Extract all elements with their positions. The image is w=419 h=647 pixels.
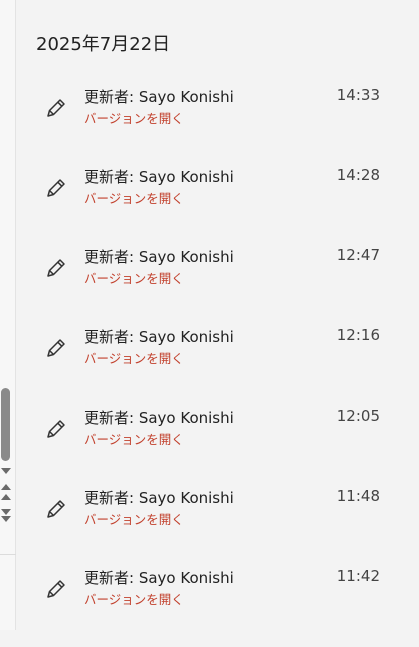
pencil-icon (43, 95, 69, 121)
version-item[interactable]: 更新者: Sayo Konishi バージョンを開く 14:28 (17, 166, 419, 246)
version-time: 11:48 (336, 487, 380, 505)
date-header: 2025年7月22日 (36, 34, 171, 55)
version-history-panel: 2025年7月22日 更新者: Sayo Konishi バージョンを開く 14… (17, 0, 419, 630)
version-time: 14:28 (336, 166, 380, 184)
scroll-down-arrow-icon[interactable] (1, 468, 11, 474)
scroll-up-arrow-icon[interactable] (1, 494, 11, 500)
version-item[interactable]: 更新者: Sayo Konishi バージョンを開く 11:42 (17, 567, 419, 647)
pencil-icon (43, 576, 69, 602)
version-author: 更新者: Sayo Konishi (84, 569, 234, 587)
open-version-link[interactable]: バージョンを開く (84, 589, 184, 608)
version-time: 12:16 (336, 326, 380, 344)
left-scrollbar-strip[interactable] (0, 0, 16, 630)
scroll-up-arrow-icon[interactable] (1, 484, 11, 490)
version-author: 更新者: Sayo Konishi (84, 489, 234, 507)
open-version-link[interactable]: バージョンを開く (84, 108, 184, 127)
open-version-link[interactable]: バージョンを開く (84, 429, 184, 448)
pencil-icon (43, 496, 69, 522)
version-time: 12:47 (336, 246, 380, 264)
pencil-icon (43, 335, 69, 361)
pencil-icon (43, 255, 69, 281)
version-item[interactable]: 更新者: Sayo Konishi バージョンを開く 11:48 (17, 487, 419, 567)
strip-divider (0, 554, 16, 555)
open-version-link[interactable]: バージョンを開く (84, 188, 184, 207)
version-time: 12:05 (336, 407, 380, 425)
version-author: 更新者: Sayo Konishi (84, 248, 234, 266)
scroll-down-arrow-icon[interactable] (1, 509, 11, 515)
version-item[interactable]: 更新者: Sayo Konishi バージョンを開く 12:47 (17, 246, 419, 326)
version-item[interactable]: 更新者: Sayo Konishi バージョンを開く 12:16 (17, 326, 419, 406)
version-author: 更新者: Sayo Konishi (84, 328, 234, 346)
version-time: 11:42 (336, 567, 380, 585)
pencil-icon (43, 175, 69, 201)
open-version-link[interactable]: バージョンを開く (84, 268, 184, 287)
open-version-link[interactable]: バージョンを開く (84, 509, 184, 528)
version-time: 14:33 (336, 86, 380, 104)
scroll-down-arrow-icon[interactable] (1, 516, 11, 522)
version-author: 更新者: Sayo Konishi (84, 168, 234, 186)
pencil-icon (43, 416, 69, 442)
version-author: 更新者: Sayo Konishi (84, 409, 234, 427)
version-item[interactable]: 更新者: Sayo Konishi バージョンを開く 12:05 (17, 407, 419, 487)
scrollbar-thumb[interactable] (1, 388, 10, 461)
open-version-link[interactable]: バージョンを開く (84, 348, 184, 367)
version-item[interactable]: 更新者: Sayo Konishi バージョンを開く 14:33 (17, 86, 419, 166)
version-author: 更新者: Sayo Konishi (84, 88, 234, 106)
